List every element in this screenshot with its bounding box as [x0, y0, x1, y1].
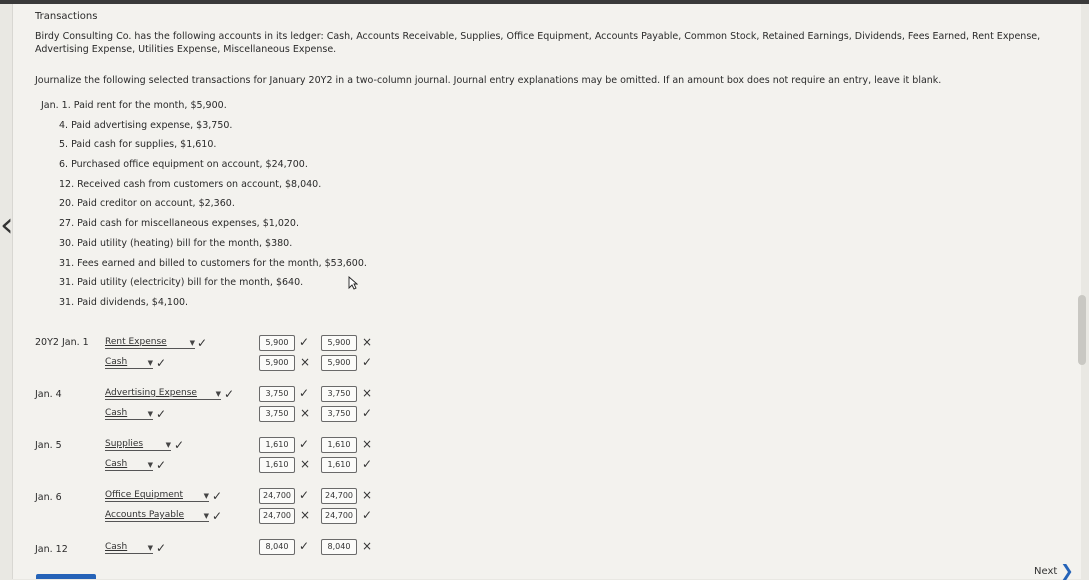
question-panel: Transactions Birdy Consulting Co. has th… — [12, 4, 1081, 579]
entry-date: Jan. 6 — [35, 492, 62, 503]
entry-date: Jan. 4 — [35, 389, 62, 400]
transaction-item: 20. Paid creditor on account, $2,360. — [59, 198, 235, 210]
problem-instructions: Journalize the following selected transa… — [35, 75, 942, 86]
account-name: Advertising Expense — [105, 388, 197, 398]
check-icon: ✓ — [362, 406, 373, 420]
dropdown-arrow-icon: ▼ — [147, 461, 153, 469]
cross-icon: × — [362, 437, 373, 451]
cross-icon: × — [300, 508, 311, 522]
account-select[interactable]: Supplies ▼ — [105, 438, 171, 451]
dropdown-arrow-icon: ▼ — [147, 410, 153, 418]
check-icon: ✓ — [299, 539, 310, 553]
check-icon: ✓ — [156, 458, 167, 472]
account-select[interactable]: Cash ▼ — [105, 541, 153, 554]
mouse-pointer-icon — [348, 276, 358, 290]
entry-date: Jan. 5 — [35, 440, 62, 451]
debit-input[interactable]: 24,700 — [259, 488, 295, 504]
check-icon: ✓ — [197, 336, 208, 350]
transaction-item: 6. Purchased office equipment on account… — [59, 159, 308, 171]
cross-icon: × — [362, 488, 373, 502]
debit-input[interactable]: 8,040 — [259, 539, 295, 555]
account-name: Rent Expense — [105, 337, 167, 347]
dropdown-arrow-icon: ▼ — [189, 339, 195, 347]
problem-intro: Birdy Consulting Co. has the following a… — [35, 31, 1041, 55]
next-label: Next — [1034, 566, 1058, 577]
check-icon: ✓ — [362, 355, 373, 369]
cross-icon: × — [300, 406, 311, 420]
credit-input[interactable]: 1,610 — [321, 437, 357, 453]
transaction-list: Jan. 1. Paid rent for the month, $5,900.… — [41, 96, 367, 313]
next-button[interactable]: Next ❯ — [1034, 561, 1074, 580]
account-select[interactable]: Office Equipment ▼ — [105, 489, 209, 502]
check-icon: ✓ — [299, 386, 310, 400]
debit-input[interactable]: 3,750 — [259, 406, 295, 422]
account-name: Office Equipment — [105, 490, 183, 500]
check-icon: ✓ — [224, 387, 235, 401]
section-title: Transactions — [35, 11, 98, 22]
dropdown-arrow-icon: ▼ — [147, 544, 153, 552]
debit-input[interactable]: 5,900 — [259, 355, 295, 371]
cross-icon: × — [362, 335, 373, 349]
entry-date: 20Y2 Jan. 1 — [35, 337, 89, 348]
entry-date: Jan. 12 — [35, 544, 68, 555]
account-select[interactable]: Cash ▼ — [105, 356, 153, 369]
check-icon: ✓ — [156, 407, 167, 421]
transaction-item: 31. Paid utility (electricity) bill for … — [59, 277, 304, 289]
debit-input[interactable]: 1,610 — [259, 457, 295, 473]
transaction-item: 27. Paid cash for miscellaneous expenses… — [59, 218, 299, 230]
transaction-item: Jan. 1. Paid rent for the month, $5,900. — [41, 100, 227, 111]
check-icon: ✓ — [299, 488, 310, 502]
debit-input[interactable]: 1,610 — [259, 437, 295, 453]
cross-icon: × — [362, 386, 373, 400]
dropdown-arrow-icon: ▼ — [147, 359, 153, 367]
check-icon: ✓ — [362, 457, 373, 471]
check-icon: ✓ — [212, 509, 223, 523]
credit-input[interactable]: 5,900 — [321, 335, 357, 351]
credit-input[interactable]: 24,700 — [321, 508, 357, 524]
active-tab-indicator — [36, 574, 96, 579]
account-name: Cash — [105, 357, 128, 367]
transaction-item: 5. Paid cash for supplies, $1,610. — [59, 139, 217, 151]
transaction-item: 31. Fees earned and billed to customers … — [59, 257, 367, 269]
check-icon: ✓ — [362, 508, 373, 522]
credit-input[interactable]: 5,900 — [321, 355, 357, 371]
check-icon: ✓ — [174, 438, 185, 452]
account-select[interactable]: Accounts Payable ▼ — [105, 509, 209, 522]
account-select[interactable]: Cash ▼ — [105, 458, 153, 471]
debit-input[interactable]: 5,900 — [259, 335, 295, 351]
account-name: Cash — [105, 408, 128, 418]
transaction-item: 12. Received cash from customers on acco… — [59, 178, 322, 190]
dropdown-arrow-icon: ▼ — [165, 441, 171, 449]
cross-icon: × — [300, 457, 311, 471]
dropdown-arrow-icon: ▼ — [203, 492, 209, 500]
check-icon: ✓ — [212, 489, 223, 503]
check-icon: ✓ — [156, 541, 167, 555]
cross-icon: × — [300, 355, 311, 369]
account-name: Cash — [105, 542, 128, 552]
account-name: Cash — [105, 459, 128, 469]
credit-input[interactable]: 8,040 — [321, 539, 357, 555]
debit-input[interactable]: 3,750 — [259, 386, 295, 402]
check-icon: ✓ — [299, 437, 310, 451]
dropdown-arrow-icon: ▼ — [215, 390, 221, 398]
check-icon: ✓ — [299, 335, 310, 349]
credit-input[interactable]: 1,610 — [321, 457, 357, 473]
chevron-right-icon: ❯ — [1060, 561, 1074, 580]
credit-input[interactable]: 3,750 — [321, 386, 357, 402]
check-icon: ✓ — [156, 356, 167, 370]
transaction-item: 30. Paid utility (heating) bill for the … — [59, 237, 293, 249]
dropdown-arrow-icon: ▼ — [203, 512, 209, 520]
transaction-item: 4. Paid advertising expense, $3,750. — [59, 119, 233, 131]
account-select[interactable]: Cash ▼ — [105, 407, 153, 420]
cross-icon: × — [362, 539, 373, 553]
credit-input[interactable]: 24,700 — [321, 488, 357, 504]
account-select[interactable]: Advertising Expense ▼ — [105, 387, 221, 400]
account-name: Accounts Payable — [105, 510, 185, 520]
debit-input[interactable]: 24,700 — [259, 508, 295, 524]
transaction-item: 31. Paid dividends, $4,100. — [59, 296, 189, 308]
account-select[interactable]: Rent Expense ▼ — [105, 336, 195, 349]
account-name: Supplies — [105, 439, 144, 449]
credit-input[interactable]: 3,750 — [321, 406, 357, 422]
scrollbar[interactable] — [1078, 295, 1086, 365]
